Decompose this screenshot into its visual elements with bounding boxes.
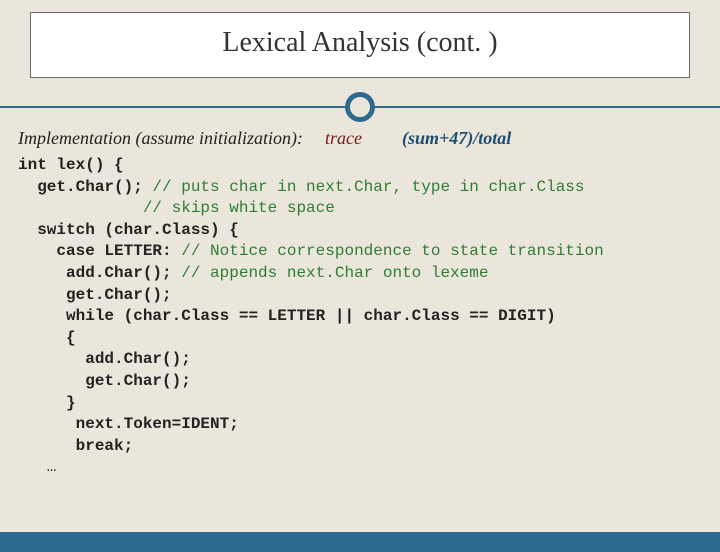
code-line-10: add.Char(); xyxy=(18,350,191,368)
code-line-8: while (char.Class == LETTER || char.Clas… xyxy=(18,307,556,325)
circle-icon xyxy=(345,92,375,122)
code-line-5: case LETTER: xyxy=(18,242,181,260)
code-line-15: … xyxy=(18,458,56,476)
subtitle-row: Implementation (assume initialization): … xyxy=(0,122,720,153)
code-line-14: break; xyxy=(18,437,133,455)
code-line-7: get.Char(); xyxy=(18,286,172,304)
code-line-13: next.Token=IDENT; xyxy=(18,415,239,433)
code-line-11: get.Char(); xyxy=(18,372,191,390)
code-line-1: int lex() { xyxy=(18,156,124,174)
code-line-12: } xyxy=(18,394,76,412)
code-line-4: switch (char.Class) { xyxy=(18,221,239,239)
expression-label: (sum+47)/total xyxy=(402,128,511,149)
bottom-bar xyxy=(0,532,720,552)
rule-decoration xyxy=(0,92,720,122)
code-comment-6: // appends next.Char onto lexeme xyxy=(181,264,488,282)
code-comment-2: // puts char in next.Char, type in char.… xyxy=(152,178,584,196)
code-line-9: { xyxy=(18,329,76,347)
code-block: int lex() { get.Char(); // puts char in … xyxy=(0,153,720,479)
trace-label: trace xyxy=(325,128,362,149)
code-comment-5: // Notice correspondence to state transi… xyxy=(181,242,603,260)
code-line-2: get.Char(); xyxy=(18,178,152,196)
code-comment-3: // skips white space xyxy=(18,199,335,217)
slide-title: Lexical Analysis (cont. ) xyxy=(31,27,689,59)
title-box: Lexical Analysis (cont. ) xyxy=(30,12,690,78)
implementation-label: Implementation (assume initialization): xyxy=(18,128,303,149)
code-line-6: add.Char(); xyxy=(18,264,181,282)
slide: Lexical Analysis (cont. ) Implementation… xyxy=(0,12,720,552)
